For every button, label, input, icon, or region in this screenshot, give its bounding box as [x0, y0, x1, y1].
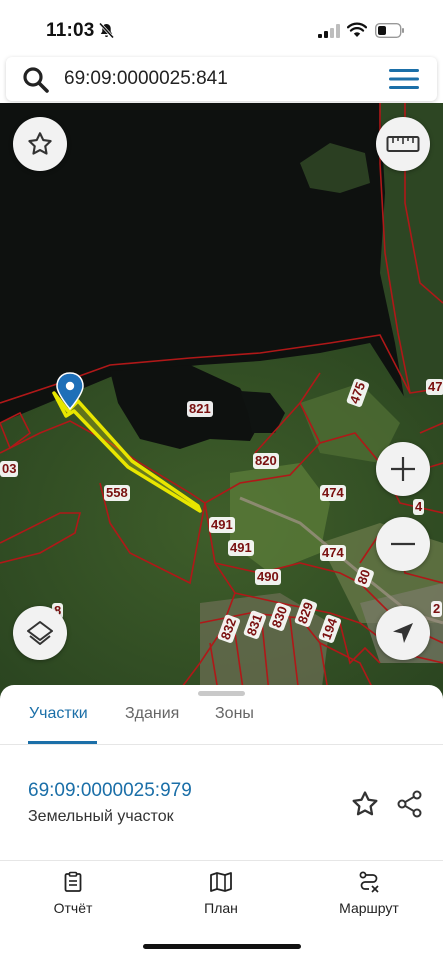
nav-plan-label: План [204, 900, 238, 916]
parcel-label[interactable]: 821 [187, 401, 213, 417]
bell-muted-icon [98, 22, 115, 39]
search-bar [6, 57, 437, 101]
parcel-label[interactable]: 03 [0, 461, 19, 477]
plus-icon [391, 457, 415, 481]
battery-icon [375, 23, 404, 38]
status-bar: 11:03 [0, 0, 443, 58]
share-icon[interactable] [395, 789, 425, 819]
parcel-cadastral-number[interactable]: 69:09:0000025:979 [28, 780, 192, 802]
hamburger-menu-icon[interactable] [387, 67, 421, 91]
clipboard-icon [64, 871, 82, 892]
parcel-label[interactable]: 4 [413, 499, 425, 515]
bottom-sheet: Участки Здания Зоны 69:09:0000025:979 Зе… [0, 685, 443, 960]
my-location-button[interactable] [376, 606, 430, 660]
parcel-label[interactable]: 47 [426, 379, 443, 395]
star-outline-icon[interactable] [350, 789, 380, 819]
parcel-label[interactable]: 474 [320, 485, 346, 501]
tab-buildings[interactable]: Здания [125, 705, 179, 723]
ruler-icon [386, 136, 420, 152]
search-icon[interactable] [22, 66, 50, 94]
search-input[interactable] [64, 63, 364, 95]
star-outline-icon [28, 132, 52, 155]
satellite-map[interactable]: 821 475 47 820 474 558 491 491 474 03 49… [0, 103, 443, 703]
status-time: 11:03 [46, 20, 95, 41]
layers-button[interactable] [13, 606, 67, 660]
parcel-label[interactable]: 491 [209, 517, 235, 533]
parcel-result-item[interactable]: 69:09:0000025:979 Земельный участок [0, 745, 443, 860]
map-icon [210, 872, 232, 892]
parcel-label[interactable]: 2 [431, 601, 443, 617]
tab-parcels[interactable]: Участки [29, 705, 88, 723]
map-imagery [0, 103, 443, 703]
sheet-drag-handle[interactable] [198, 691, 245, 696]
parcel-label[interactable]: 820 [253, 453, 279, 469]
navigation-arrow-icon [393, 623, 413, 643]
parcel-type: Земельный участок [28, 808, 174, 825]
bottom-navigation: Отчёт План Маршрут [0, 861, 443, 921]
parcel-label[interactable]: 491 [228, 540, 254, 556]
cellular-signal-icon [318, 24, 340, 38]
sheet-tabs: Участки Здания Зоны [0, 703, 443, 745]
parcel-label[interactable]: 558 [104, 485, 130, 501]
nav-route[interactable]: Маршрут [314, 871, 424, 916]
favorites-button[interactable] [13, 117, 67, 171]
nav-plan[interactable]: План [166, 871, 276, 916]
zoom-out-button[interactable] [376, 517, 430, 571]
tab-zones[interactable]: Зоны [215, 705, 254, 723]
route-icon [359, 871, 379, 893]
nav-route-label: Маршрут [339, 900, 399, 916]
nav-report[interactable]: Отчёт [18, 871, 128, 916]
nav-report-label: Отчёт [53, 900, 93, 916]
wifi-icon [347, 22, 367, 37]
parcel-label[interactable]: 490 [255, 569, 281, 585]
home-indicator[interactable] [143, 944, 301, 949]
minus-icon [391, 542, 415, 546]
layers-icon [27, 621, 53, 645]
parcel-label[interactable]: 474 [320, 545, 346, 561]
zoom-in-button[interactable] [376, 442, 430, 496]
ruler-measure-button[interactable] [376, 117, 430, 171]
